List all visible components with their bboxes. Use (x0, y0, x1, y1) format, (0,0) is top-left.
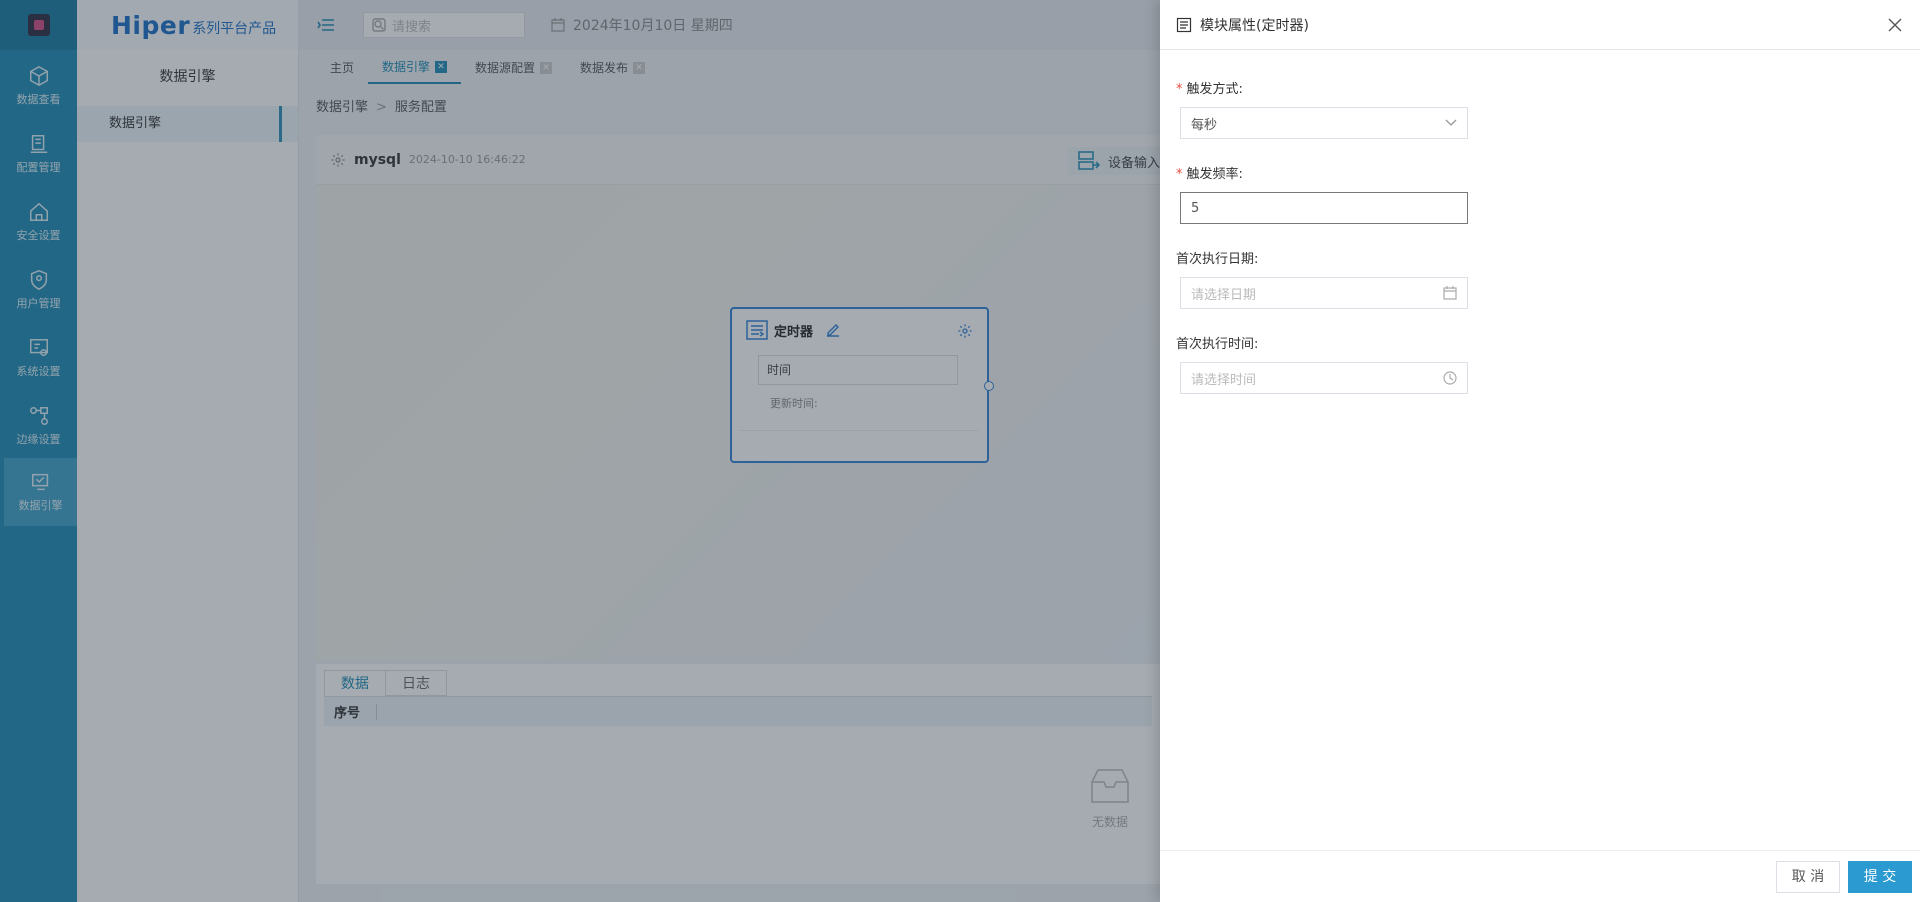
close-icon[interactable] (1886, 16, 1904, 34)
first-date-label: 首次执行日期: (1176, 252, 1259, 267)
trigger-frequency-input[interactable]: 5 (1180, 192, 1468, 224)
chevron-down-icon (1445, 119, 1457, 126)
calendar-icon (1443, 286, 1457, 300)
modal-overlay[interactable] (0, 0, 1160, 902)
first-time-picker[interactable]: 请选择时间 (1180, 362, 1468, 394)
document-icon (1176, 17, 1192, 32)
trigger-mode-select[interactable]: 每秒 (1180, 107, 1468, 139)
drawer-footer: 取 消 提 交 (1160, 850, 1920, 902)
module-properties-drawer: 模块属性(定时器) * 触发方式: 每秒 * 触发频率: 5 首次执行日期: 请选择… (1160, 0, 1920, 902)
first-time-label: 首次执行时间: (1176, 337, 1259, 352)
drawer-header: 模块属性(定时器) (1160, 0, 1920, 50)
submit-button[interactable]: 提 交 (1848, 861, 1912, 893)
drawer-title: 模块属性(定时器) (1200, 17, 1309, 34)
first-date-picker[interactable]: 请选择日期 (1180, 277, 1468, 309)
trigger-mode-label: * 触发方式: (1176, 82, 1243, 97)
trigger-frequency-label: * 触发频率: (1176, 167, 1243, 182)
properties-form: * 触发方式: 每秒 * 触发频率: 5 首次执行日期: 请选择日期 首次执行时间:… (1160, 50, 1920, 394)
clock-icon (1443, 371, 1457, 385)
cancel-button[interactable]: 取 消 (1776, 861, 1840, 893)
